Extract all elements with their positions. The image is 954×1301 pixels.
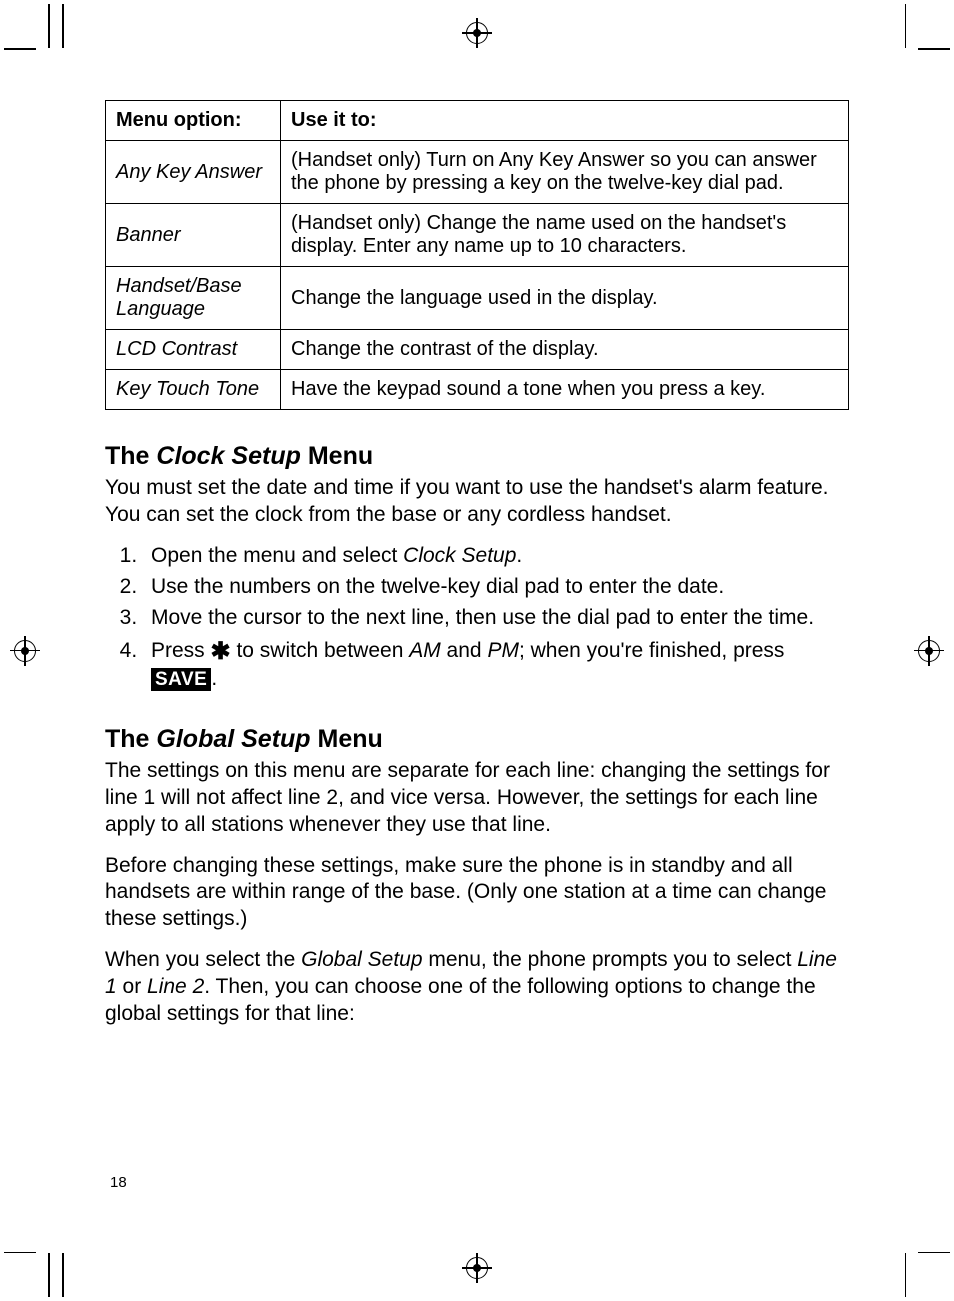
menu-option-desc: Change the contrast of the display. [281, 330, 849, 370]
step-italic: PM [487, 639, 519, 662]
list-item: Use the numbers on the twelve-key dial p… [143, 574, 849, 601]
menu-option-desc: Have the keypad sound a tone when you pr… [281, 370, 849, 410]
global-setup-paragraph: The settings on this menu are separate f… [105, 758, 849, 839]
save-button-label: SAVE [151, 668, 211, 691]
clock-setup-heading: The Clock Setup Menu [105, 442, 849, 471]
paragraph-text: When you select the [105, 948, 301, 971]
crop-mark [48, 1253, 50, 1297]
heading-suffix: Menu [311, 725, 383, 753]
registration-mark-icon [14, 640, 36, 662]
step-text: ; when you're finished, press [519, 639, 784, 662]
registration-mark-icon [918, 640, 940, 662]
page-number: 18 [110, 1174, 127, 1191]
crop-mark [62, 1253, 64, 1297]
crop-mark [48, 4, 50, 48]
crop-mark [918, 48, 950, 50]
registration-mark-icon [466, 1257, 488, 1279]
heading-suffix: Menu [301, 442, 373, 470]
paragraph-text: menu, the phone prompts you to select [423, 948, 798, 971]
menu-option-name: LCD Contrast [106, 330, 281, 370]
crop-mark [905, 4, 907, 48]
crop-mark [4, 1252, 36, 1254]
table-row: LCD Contrast Change the contrast of the … [106, 330, 849, 370]
menu-option-name: Any Key Answer [106, 141, 281, 204]
step-text: and [441, 639, 488, 662]
paragraph-text: or [117, 975, 147, 998]
crop-mark [905, 1253, 907, 1297]
list-item: Open the menu and select Clock Setup. [143, 543, 849, 570]
list-item: Move the cursor to the next line, then u… [143, 605, 849, 632]
list-item: Press ✱ to switch between AM and PM; whe… [143, 635, 849, 693]
paragraph-italic: Line 2 [147, 975, 204, 998]
menu-option-name: Banner [106, 204, 281, 267]
table-row: Key Touch Tone Have the keypad sound a t… [106, 370, 849, 410]
clock-setup-intro: You must set the date and time if you wa… [105, 475, 849, 529]
step-italic: Clock Setup [403, 544, 516, 567]
heading-prefix: The [105, 725, 156, 753]
table-row: Handset/Base Language Change the languag… [106, 267, 849, 330]
step-text: to switch between [231, 639, 410, 662]
table-header-use: Use it to: [281, 101, 849, 141]
paragraph-text: . Then, you can choose one of the follow… [105, 975, 816, 1025]
star-key-icon: ✱ [211, 638, 231, 665]
heading-italic: Global Setup [156, 725, 310, 753]
menu-options-table: Menu option: Use it to: Any Key Answer (… [105, 100, 849, 410]
step-text: . [211, 667, 217, 690]
heading-prefix: The [105, 442, 156, 470]
table-header-menu: Menu option: [106, 101, 281, 141]
table-row: Banner (Handset only) Change the name us… [106, 204, 849, 267]
menu-option-desc: (Handset only) Change the name used on t… [281, 204, 849, 267]
global-setup-paragraph: Before changing these settings, make sur… [105, 853, 849, 934]
menu-option-name: Key Touch Tone [106, 370, 281, 410]
page-content: Menu option: Use it to: Any Key Answer (… [105, 100, 849, 1042]
global-setup-paragraph: When you select the Global Setup menu, t… [105, 947, 849, 1028]
menu-option-desc: Change the language used in the display. [281, 267, 849, 330]
crop-mark [4, 48, 36, 50]
registration-mark-icon [466, 22, 488, 44]
menu-option-desc: (Handset only) Turn on Any Key Answer so… [281, 141, 849, 204]
paragraph-italic: Global Setup [301, 948, 422, 971]
step-text: Press [151, 639, 211, 662]
crop-mark [62, 4, 64, 48]
global-setup-heading: The Global Setup Menu [105, 725, 849, 754]
step-text: Open the menu and select [151, 544, 403, 567]
clock-setup-steps: Open the menu and select Clock Setup. Us… [133, 543, 849, 693]
step-italic: AM [409, 639, 441, 662]
heading-italic: Clock Setup [156, 442, 300, 470]
step-text: . [516, 544, 522, 567]
table-row: Any Key Answer (Handset only) Turn on An… [106, 141, 849, 204]
menu-option-name: Handset/Base Language [106, 267, 281, 330]
crop-mark [918, 1252, 950, 1254]
